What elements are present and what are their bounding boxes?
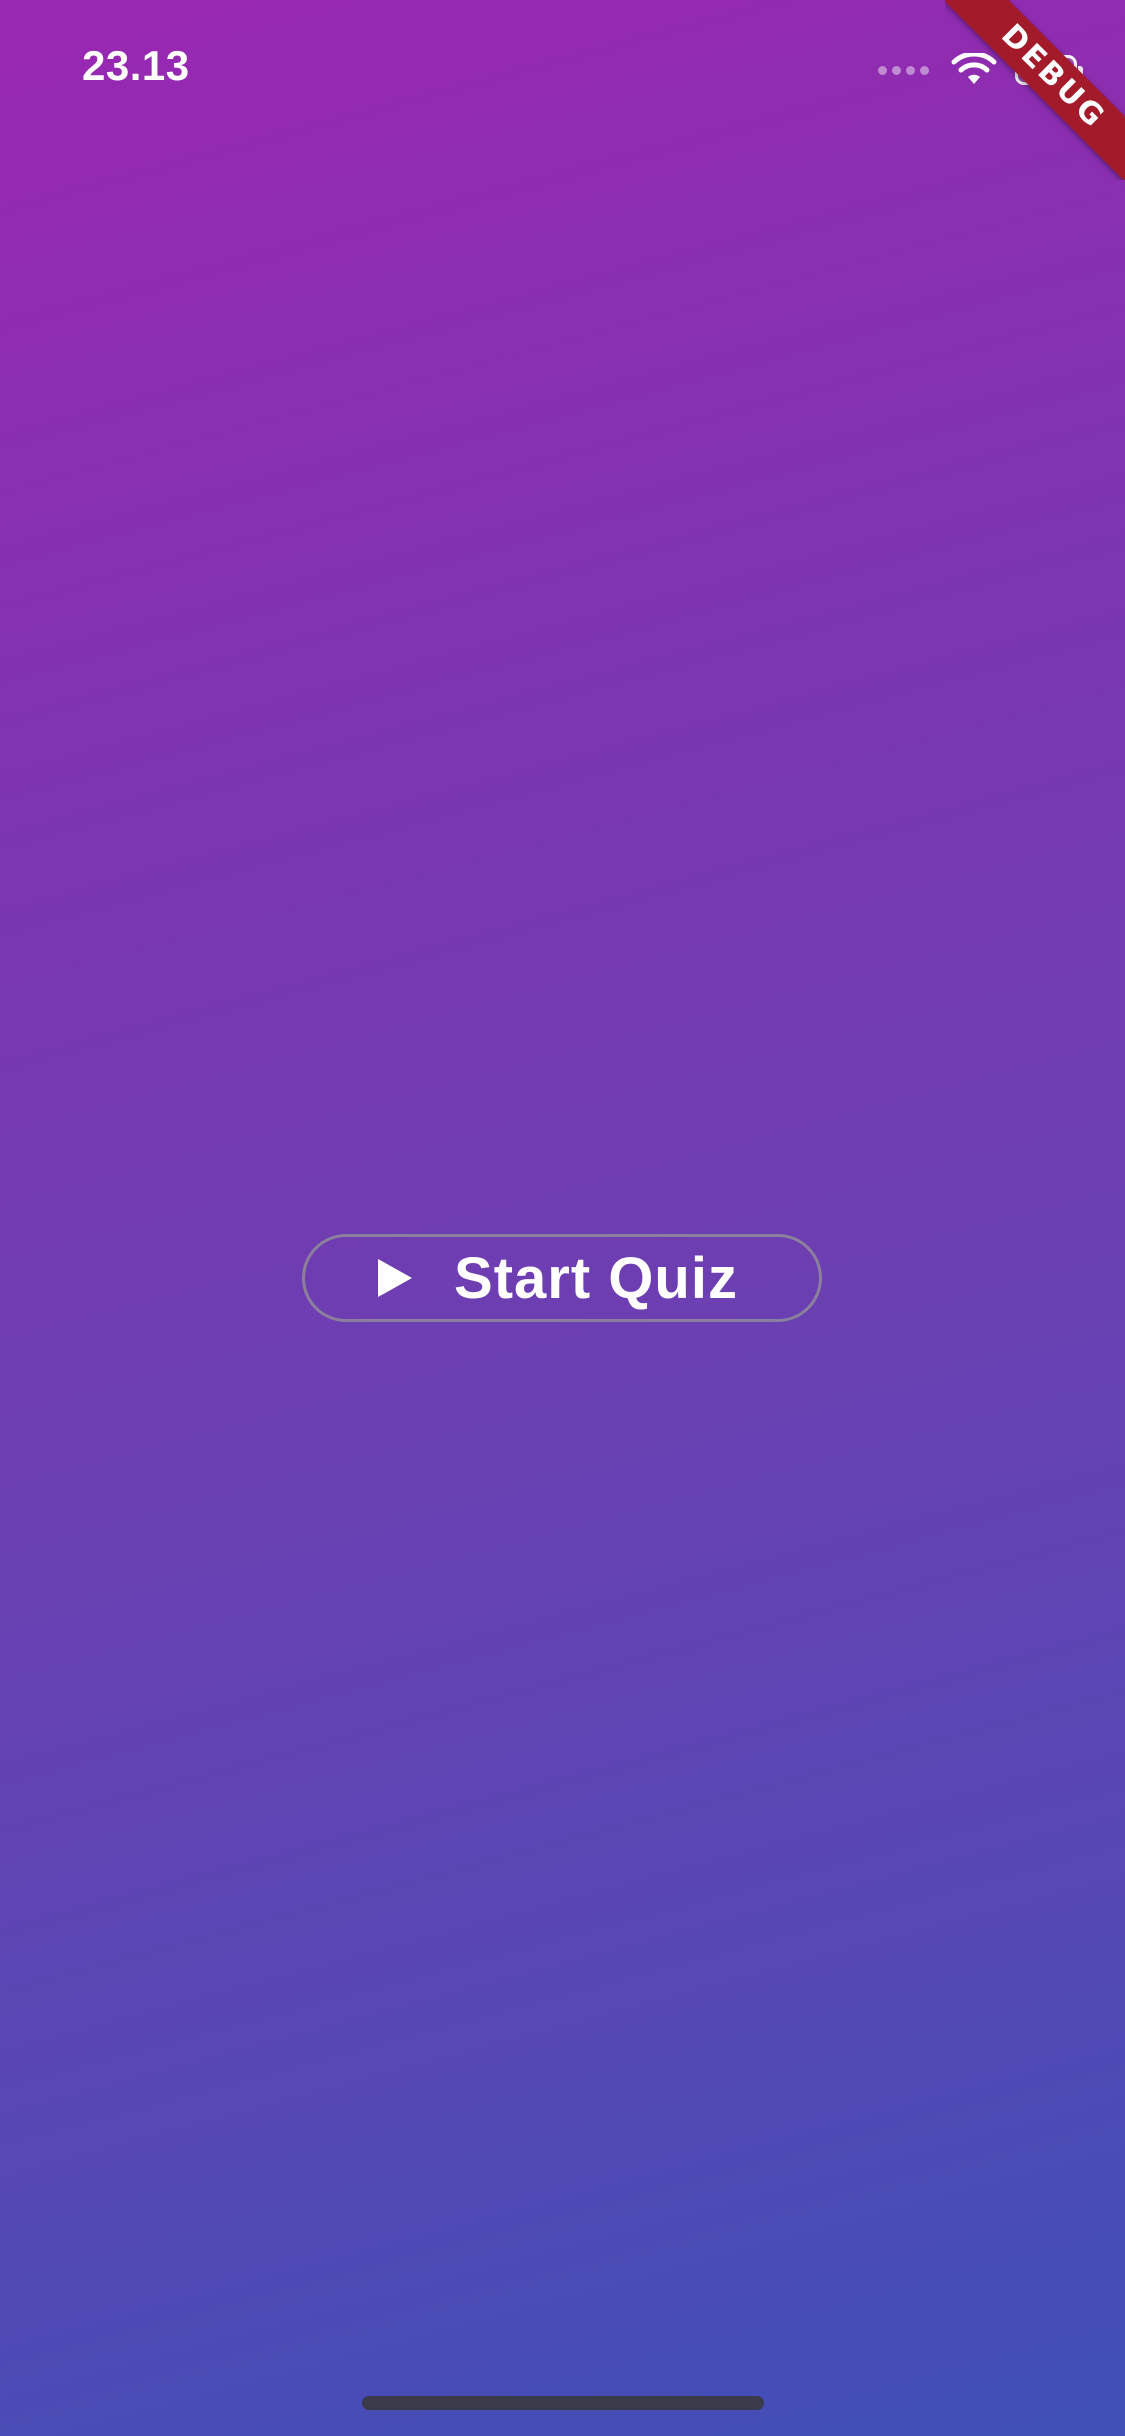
battery-icon: [1015, 55, 1083, 85]
home-indicator[interactable]: [362, 2396, 764, 2410]
app-screen: 23.13 DEBUG Start Quiz: [0, 0, 1125, 2436]
signal-dots-icon: [878, 65, 929, 75]
wifi-icon: [951, 53, 997, 87]
status-indicators: [878, 48, 1083, 92]
status-bar: 23.13: [0, 0, 1125, 140]
play-icon: [376, 1257, 414, 1299]
status-time: 23.13: [82, 42, 190, 89]
start-quiz-label: Start Quiz: [454, 1245, 738, 1311]
start-quiz-button[interactable]: Start Quiz: [302, 1234, 822, 1322]
